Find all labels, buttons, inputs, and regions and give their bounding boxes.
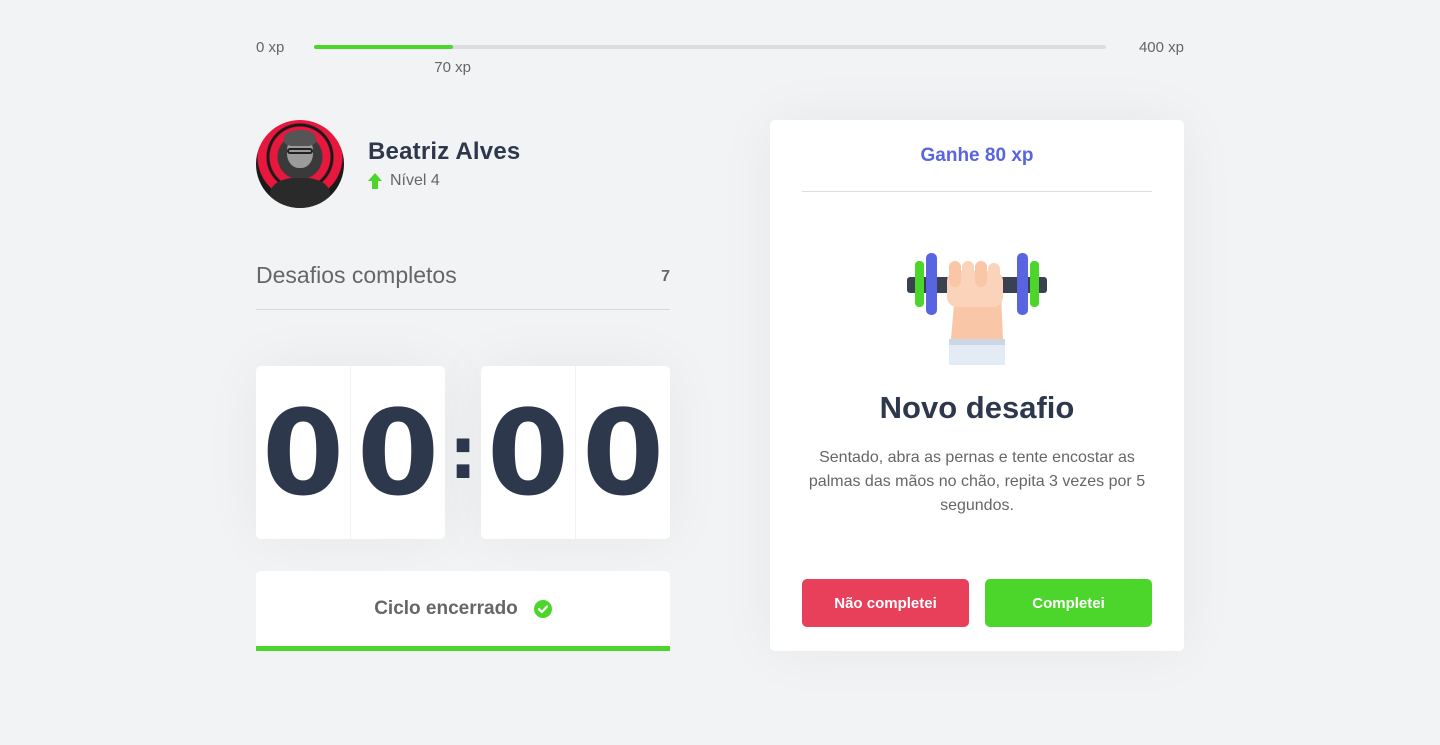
cycle-ended-button[interactable]: Ciclo encerrado: [256, 571, 670, 651]
second-digit-right: 0: [581, 383, 665, 522]
second-digit-left: 0: [481, 366, 576, 539]
challenge-failed-button[interactable]: Não completei: [802, 579, 969, 627]
challenge-succeeded-button[interactable]: Completei: [985, 579, 1152, 627]
check-circle-icon: [533, 599, 552, 618]
profile-level: Nível 4: [368, 172, 520, 190]
profile-info: Beatriz Alves Nível 4: [368, 138, 520, 190]
profile: Beatriz Alves Nível 4: [256, 120, 520, 208]
countdown: 0 0 : 0 0: [256, 366, 670, 539]
dumbbell-icon: [907, 253, 1047, 365]
experience-bar: 0 xp 70 xp 400 xp: [256, 36, 1184, 76]
cycle-ended-label: Ciclo encerrado: [374, 597, 518, 619]
completed-challenges-count: 7: [661, 268, 670, 285]
profile-name: Beatriz Alves: [368, 138, 521, 165]
challenge-card: Ganhe 80 xp Novo desafio Sentado, abra a…: [770, 120, 1184, 651]
profile-level-label: Nível 4: [390, 172, 440, 189]
countdown-seconds: 0 0: [481, 366, 670, 539]
challenge-actions: Não completei Completei: [802, 579, 1152, 627]
minute-digit-left: 0: [256, 366, 351, 539]
countdown-minutes: 0 0: [256, 366, 445, 539]
countdown-separator: :: [448, 410, 478, 495]
xp-current-label: 70 xp: [434, 59, 471, 76]
xp-progress-fill: [314, 45, 453, 49]
level-up-arrow-icon: [368, 173, 382, 189]
xp-track: [314, 45, 1106, 49]
avatar: [256, 120, 344, 208]
completed-challenges-label: Desafios completos: [256, 262, 457, 288]
completed-challenges: Desafios completos 7: [256, 262, 670, 310]
challenge-title: Novo desafio: [879, 390, 1075, 425]
minute-digit-right: 0: [356, 383, 440, 522]
challenge-reward: Ganhe 80 xp: [802, 120, 1152, 192]
xp-min-label: 0 xp: [256, 39, 285, 56]
challenge-description: Sentado, abra as pernas e tente encostar…: [808, 449, 1146, 514]
xp-max-label: 400 xp: [1138, 39, 1184, 56]
